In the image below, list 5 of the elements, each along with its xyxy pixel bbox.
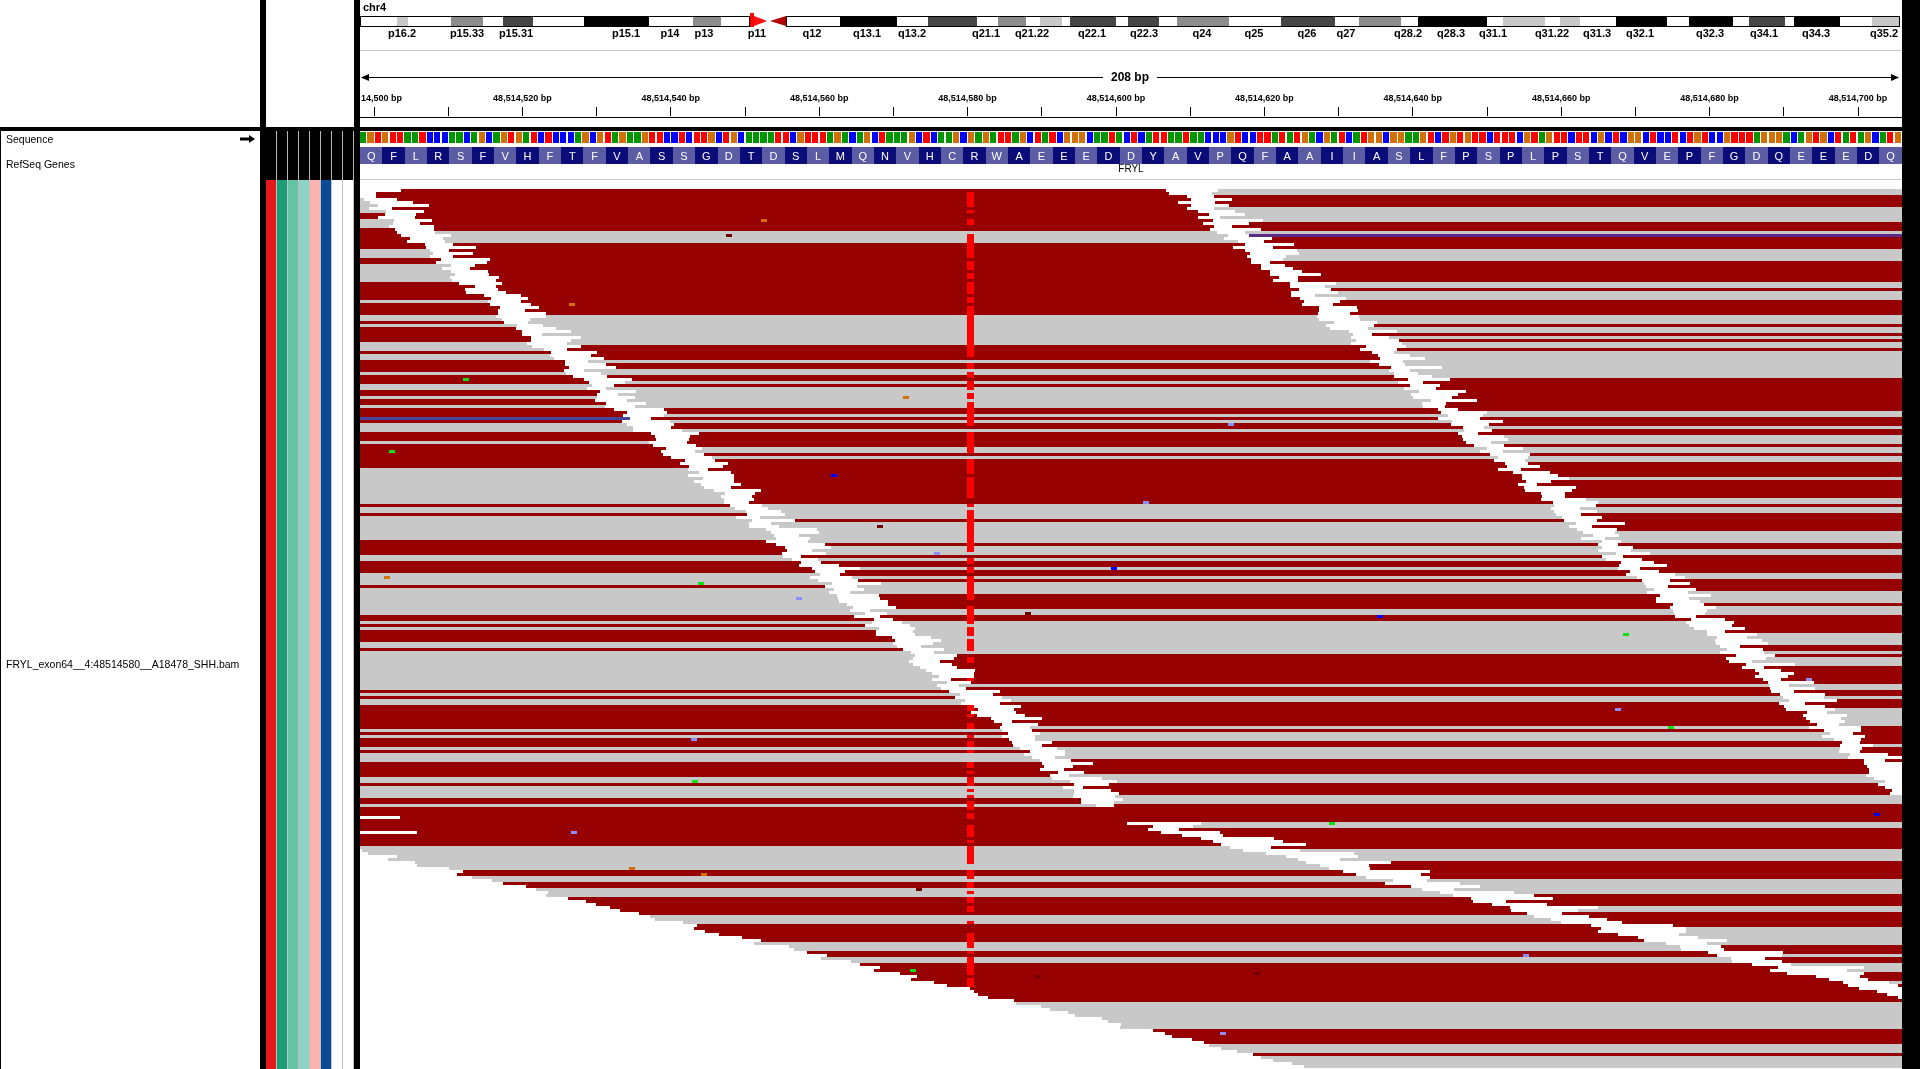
right-arrow-icon[interactable] [240, 135, 255, 143]
track-name: FRYL_exon64__4:48514580__A18478_SHH.bam [6, 658, 240, 670]
scrollbar[interactable] [1902, 0, 1920, 1069]
track-name: Sequence [6, 133, 54, 145]
track-name: RefSeq Genes [6, 157, 75, 170]
